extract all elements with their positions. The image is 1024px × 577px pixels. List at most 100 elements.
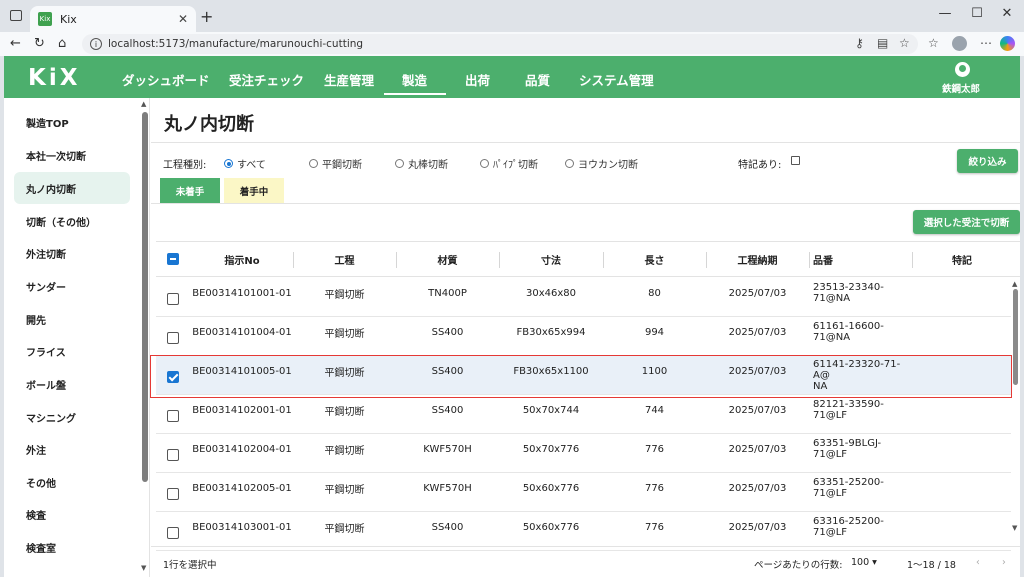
read-mode-icon[interactable]: ▤ [877,36,888,50]
copilot-icon[interactable] [1000,36,1015,51]
table-scrollbar[interactable] [1013,289,1018,385]
col-header-part-no[interactable]: 品番 [809,242,912,277]
sidebar-item-machining[interactable]: マシニング [14,401,130,433]
cell-material: SS400 [431,326,464,338]
more-icon[interactable]: ⋯ [980,36,992,50]
tab-unstarted[interactable]: 未着手 [160,178,220,203]
radio-dot-icon[interactable] [309,159,318,168]
row-checkbox[interactable] [167,332,179,344]
sidebar-item-drill[interactable]: ボール盤 [14,368,130,400]
col-header-order-no[interactable]: 指示No [191,242,293,277]
close-window-icon[interactable]: ✕ [992,6,1022,21]
rows-per-page-select[interactable]: 100 ▾ [851,557,877,568]
table-scroll-up-icon[interactable]: ▲ [1012,280,1017,288]
profile-avatar-icon[interactable] [952,36,967,51]
row-checkbox[interactable] [167,488,179,500]
tab-started[interactable]: 着手中 [224,178,284,203]
selected-row-highlight [150,355,1012,398]
col-header-due[interactable]: 工程納期 [706,242,809,277]
cell-material: KWF570H [423,443,472,455]
table-scroll-down-icon[interactable]: ▼ [1012,524,1017,532]
table-row[interactable]: BE00314101004-01 平鋼切断 SS400 FB30x65x994 994 2… [156,317,1011,356]
radio-dot-icon[interactable] [395,159,404,168]
table-row[interactable]: BE00314101001-01 平鋼切断 TN400P 30x46x80 80 2025… [156,278,1011,317]
cell-material: KWF570H [423,482,472,494]
prev-page-icon[interactable]: ‹ [976,557,980,568]
minimize-icon[interactable]: — [930,6,960,21]
sidebar-item-outsource-cutting[interactable]: 外注切断 [14,237,130,269]
sidebar-item-milling[interactable]: フライス [14,335,130,367]
sidebar-item-inspection-room[interactable]: 検査室 [14,531,130,563]
maximize-icon[interactable]: ☐ [962,6,992,21]
favorites-icon[interactable]: ☆ [928,36,939,50]
row-checkbox[interactable] [167,293,179,305]
col-header-material[interactable]: 材質 [396,242,499,277]
menu-production[interactable]: 生産管理 [324,70,374,89]
menu-manufacture[interactable]: 製造 [402,70,427,89]
menu-system[interactable]: システム管理 [579,70,654,89]
radio-dot-icon[interactable] [480,159,489,168]
select-all-checkbox[interactable] [167,253,179,265]
reload-icon[interactable]: ↻ [34,36,45,51]
cell-process: 平鋼切断 [324,523,365,535]
next-page-icon[interactable]: › [1002,557,1006,568]
favorite-star-icon[interactable]: ☆ [899,36,910,50]
url-input[interactable]: i localhost:5173/manufacture/marunouchi-… [82,34,918,54]
main-content: 丸ノ内切断 工程種別: すべて 平鋼切断 丸棒切断 ﾊﾟｲﾌﾟ切断 ヨウカン切断… [150,98,1020,577]
col-header-process[interactable]: 工程 [293,242,396,277]
row-checkbox[interactable] [167,410,179,422]
new-tab-icon[interactable]: + [200,7,213,26]
filter-button[interactable]: 絞り込み [957,149,1018,173]
key-icon[interactable]: ⚷ [855,36,864,50]
browser-tab[interactable]: Kix Kix ✕ [30,6,196,32]
back-icon[interactable]: ← [10,36,21,51]
row-checkbox[interactable] [167,527,179,539]
cell-process: 平鋼切断 [324,406,365,418]
cut-selected-button[interactable]: 選択した受注で切断 [913,210,1020,234]
rows-per-page-label: ページあたりの行数: [754,560,843,571]
col-header-size[interactable]: 寸法 [499,242,603,277]
col-header-length[interactable]: 長さ [603,242,706,277]
radio-pipe[interactable]: ﾊﾟｲﾌﾟ切断 [480,156,538,171]
sidebar-item-inspection[interactable]: 検査 [14,498,130,530]
rows-per-page-value: 100 [851,557,870,568]
sidebar-item-sander[interactable]: サンダー [14,270,130,302]
sidebar-item-groove[interactable]: 開先 [14,303,130,335]
cell-process: 平鋼切断 [324,328,365,340]
row-checkbox[interactable] [167,449,179,461]
cell-note [912,317,1012,347]
radio-dot-icon[interactable] [224,159,233,168]
cell-size: 50x70x744 [522,404,580,416]
menu-dashboard[interactable]: ダッシュボード [122,70,210,89]
menu-order-check[interactable]: 受注チェック [229,70,304,89]
sidebar-item-top[interactable]: 製造TOP [14,106,130,138]
radio-round-bar[interactable]: 丸棒切断 [395,156,448,171]
special-note-label: 特記あり: [738,160,782,171]
radio-all[interactable]: すべて [224,156,266,171]
kix-logo[interactable]: KiX [28,65,80,91]
user-icon[interactable] [955,62,970,77]
table-row[interactable]: BE00314102005-01 平鋼切断 KWF570H 50x60x776 776 2… [156,473,1011,512]
menu-shipping[interactable]: 出荷 [465,70,490,89]
menu-quality[interactable]: 品質 [525,70,550,89]
col-header-note[interactable]: 特記 [912,242,1012,277]
radio-dot-icon[interactable] [565,159,574,168]
sidebar-item-cutting-other[interactable]: 切断（その他） [14,205,130,237]
sidebar-item-other[interactable]: その他 [14,466,130,498]
special-note-checkbox[interactable] [791,156,800,165]
tab-close-icon[interactable]: ✕ [178,12,188,26]
radio-flat-steel[interactable]: 平鋼切断 [309,156,362,171]
sidebar-item-marunouchi-cutting[interactable]: 丸ノ内切断 [14,172,130,204]
table-row[interactable]: BE00314102004-01 平鋼切断 KWF570H 50x70x776 776 2… [156,434,1011,473]
window-menu-icon[interactable] [10,10,22,21]
sidebar-scroll-up-icon[interactable]: ▲ [141,100,146,108]
user-name[interactable]: 鉄鋼太郎 [942,81,980,95]
sidebar-item-honsha-cutting[interactable]: 本社一次切断 [14,139,130,171]
radio-youkan[interactable]: ヨウカン切断 [565,156,638,171]
sidebar-item-outsource[interactable]: 外注 [14,433,130,465]
sidebar-scroll-down-icon[interactable]: ▼ [141,564,146,572]
info-icon[interactable]: i [90,38,102,50]
sidebar-scrollbar[interactable] [142,112,148,482]
table-row[interactable]: BE00314102001-01 平鋼切断 SS400 50x70x744 744 202… [156,395,1011,434]
home-icon[interactable]: ⌂ [58,36,66,51]
